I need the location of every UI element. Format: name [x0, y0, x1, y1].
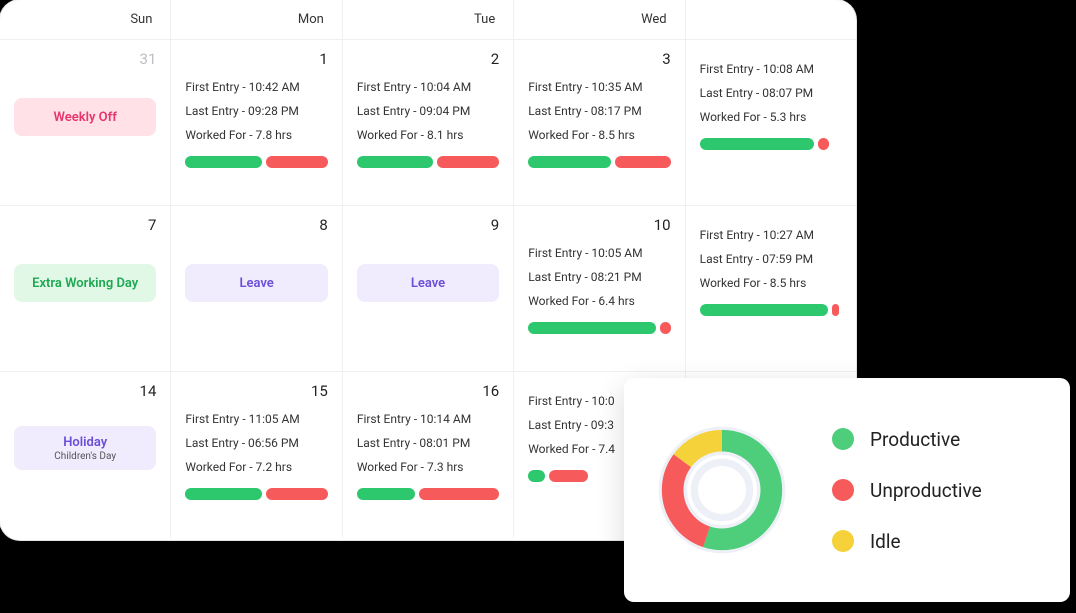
legend-item-unproductive: Unproductive [832, 479, 982, 502]
legend-dot-icon [832, 530, 854, 552]
worked-for: Worked For - 7.3 hrs [357, 460, 499, 474]
day-badge-extra: Extra Working Day [14, 264, 156, 302]
work-details: First Entry - 10:14 AM Last Entry - 08:01… [357, 412, 499, 474]
calendar-day-cell[interactable]: First Entry - 10:08 AM Last Entry - 08:07… [686, 40, 856, 205]
header-cell-Wed: Wed [514, 0, 685, 39]
calendar-day-cell[interactable]: 10 First Entry - 10:05 AM Last Entry - 08:… [514, 206, 685, 371]
worked-for: Worked For - 7.2 hrs [185, 460, 327, 474]
productivity-bar [700, 304, 842, 316]
date-number: 2 [357, 50, 499, 68]
worked-for: Worked For - 8.5 hrs [700, 276, 842, 290]
first-entry: First Entry - 10:14 AM [357, 412, 499, 426]
date-number: 9 [357, 216, 499, 234]
worked-for: Worked For - 8.5 hrs [528, 128, 670, 142]
calendar-day-cell[interactable]: 2 First Entry - 10:04 AM Last Entry - 09:0… [343, 40, 514, 205]
work-details: First Entry - 10:27 AM Last Entry - 07:59… [700, 228, 842, 290]
work-details: First Entry - 10:35 AM Last Entry - 08:17… [528, 80, 670, 142]
productivity-donut-chart [652, 420, 792, 560]
date-number: 7 [14, 216, 156, 234]
first-entry: First Entry - 10:27 AM [700, 228, 842, 242]
header-cell-Sun: Sun [0, 0, 171, 39]
date-number: 1 [185, 50, 327, 68]
last-entry: Last Entry - 09:28 PM [185, 104, 327, 118]
day-badge-leave: Leave [185, 264, 327, 302]
first-entry: First Entry - 10:05 AM [528, 246, 670, 260]
calendar-week-row: 31 Weekly Off 1 First Entry - 10:42 AM Last … [0, 40, 856, 206]
last-entry: Last Entry - 06:56 PM [185, 436, 327, 450]
calendar-day-cell[interactable]: 3 First Entry - 10:35 AM Last Entry - 08:1… [514, 40, 685, 205]
header-cell-Tue: Tue [343, 0, 514, 39]
work-details: First Entry - 11:05 AM Last Entry - 06:56… [185, 412, 327, 474]
date-number: 3 [528, 50, 670, 68]
calendar-day-cell[interactable]: 16 First Entry - 10:14 AM Last Entry - 08:… [343, 372, 514, 538]
legend-item-productive: Productive [832, 428, 982, 451]
last-entry: Last Entry - 07:59 PM [700, 252, 842, 266]
calendar-day-cell[interactable]: 14 HolidayChildren's Day [0, 372, 171, 538]
work-details: First Entry - 10:08 AM Last Entry - 08:07… [700, 62, 842, 124]
last-entry: Last Entry - 08:01 PM [357, 436, 499, 450]
first-entry: First Entry - 10:08 AM [700, 62, 842, 76]
worked-for: Worked For - 8.1 hrs [357, 128, 499, 142]
work-details: First Entry - 10:04 AM Last Entry - 09:04… [357, 80, 499, 142]
date-number: 8 [185, 216, 327, 234]
productivity-bar [357, 488, 499, 500]
legend-label: Unproductive [870, 479, 982, 502]
legend-dot-icon [832, 479, 854, 501]
calendar-day-cell[interactable]: 8 Leave [171, 206, 342, 371]
worked-for: Worked For - 7.8 hrs [185, 128, 327, 142]
legend-list: Productive Unproductive Idle [832, 428, 982, 553]
day-badge-weekly-off: Weekly Off [14, 98, 156, 136]
legend-dot-icon [832, 428, 854, 450]
header-cell-extra [686, 0, 856, 39]
productivity-bar [185, 156, 327, 168]
work-details: First Entry - 10:05 AM Last Entry - 08:21… [528, 246, 670, 308]
worked-for: Worked For - 6.4 hrs [528, 294, 670, 308]
calendar-week-row: 7 Extra Working Day 8 Leave 9 Leave 10 First En… [0, 206, 856, 372]
first-entry: First Entry - 10:35 AM [528, 80, 670, 94]
date-number: 31 [14, 50, 156, 68]
day-badge-leave: Leave [357, 264, 499, 302]
productivity-bar [528, 156, 670, 168]
productivity-bar [528, 470, 613, 482]
date-number: 15 [185, 382, 327, 400]
calendar-header-row: SunMonTueWed [0, 0, 856, 40]
productivity-legend-card: Productive Unproductive Idle [624, 378, 1070, 602]
last-entry: Last Entry - 08:21 PM [528, 270, 670, 284]
date-number: 10 [528, 216, 670, 234]
calendar-day-cell[interactable]: 7 Extra Working Day [0, 206, 171, 371]
productivity-bar [185, 488, 327, 500]
legend-item-idle: Idle [832, 530, 982, 553]
legend-label: Idle [870, 530, 901, 553]
first-entry: First Entry - 11:05 AM [185, 412, 327, 426]
calendar-day-cell[interactable]: First Entry - 10:27 AM Last Entry - 07:59… [686, 206, 856, 371]
calendar-day-cell[interactable]: 9 Leave [343, 206, 514, 371]
productivity-bar [528, 322, 670, 334]
productivity-bar [357, 156, 499, 168]
day-badge-holiday: HolidayChildren's Day [14, 426, 156, 470]
date-number: 16 [357, 382, 499, 400]
last-entry: Last Entry - 08:07 PM [700, 86, 842, 100]
productivity-bar [700, 138, 842, 150]
last-entry: Last Entry - 08:17 PM [528, 104, 670, 118]
legend-label: Productive [870, 428, 960, 451]
calendar-day-cell[interactable]: 31 Weekly Off [0, 40, 171, 205]
date-number: 14 [14, 382, 156, 400]
header-cell-Mon: Mon [171, 0, 342, 39]
first-entry: First Entry - 10:04 AM [357, 80, 499, 94]
last-entry: Last Entry - 09:04 PM [357, 104, 499, 118]
first-entry: First Entry - 10:42 AM [185, 80, 327, 94]
work-details: First Entry - 10:42 AM Last Entry - 09:28… [185, 80, 327, 142]
calendar-day-cell[interactable]: 1 First Entry - 10:42 AM Last Entry - 09:2… [171, 40, 342, 205]
calendar-day-cell[interactable]: 15 First Entry - 11:05 AM Last Entry - 06:… [171, 372, 342, 538]
worked-for: Worked For - 5.3 hrs [700, 110, 842, 124]
